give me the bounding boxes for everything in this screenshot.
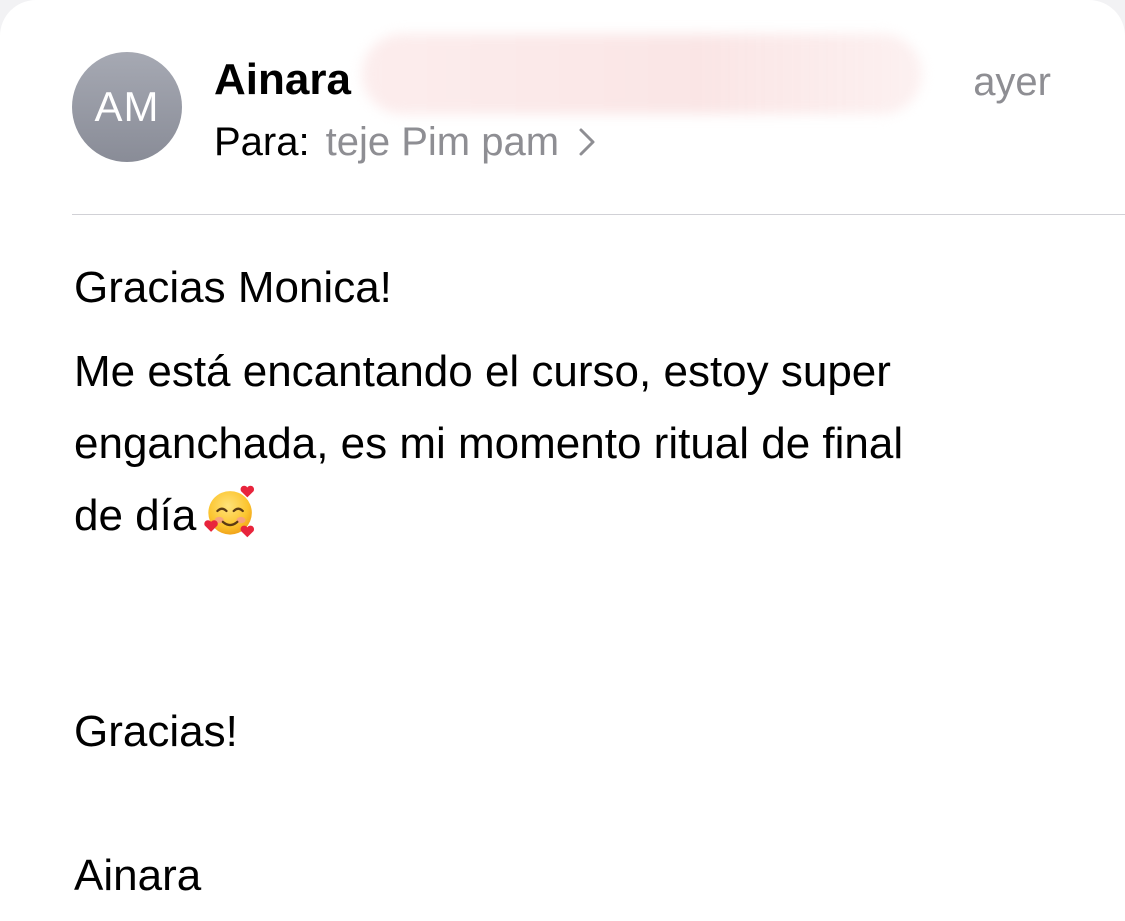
greeting-line: Gracias Monica! xyxy=(74,263,392,312)
body-line-text: de día xyxy=(74,491,197,540)
chevron-right-icon xyxy=(579,128,595,156)
closing-line: Gracias! xyxy=(74,707,238,756)
message-date: ayer xyxy=(973,60,1051,104)
body-line-last: de día xyxy=(74,480,1064,552)
recipients-row[interactable]: Para: teje Pim pam xyxy=(214,118,597,166)
header-divider xyxy=(72,214,1125,215)
message-body: Gracias Monica! Me está encantando el cu… xyxy=(74,252,1064,912)
email-detail-card: AM Ainara ayer Para: teje Pim pam Gracia… xyxy=(0,0,1125,921)
sender-name[interactable]: Ainara xyxy=(214,54,351,106)
redacted-surname xyxy=(362,34,922,114)
to-label: Para: xyxy=(214,120,310,164)
body-line: enganchada, es mi momento ritual de fina… xyxy=(74,419,904,468)
avatar-initials: AM xyxy=(94,83,160,130)
body-line: Me está encantando el curso, estoy super xyxy=(74,347,891,396)
smiling-face-with-hearts-icon xyxy=(204,485,255,538)
sender-avatar[interactable]: AM xyxy=(72,52,182,162)
signature-line: Ainara xyxy=(74,851,202,900)
recipient-name[interactable]: teje Pim pam xyxy=(326,118,559,166)
